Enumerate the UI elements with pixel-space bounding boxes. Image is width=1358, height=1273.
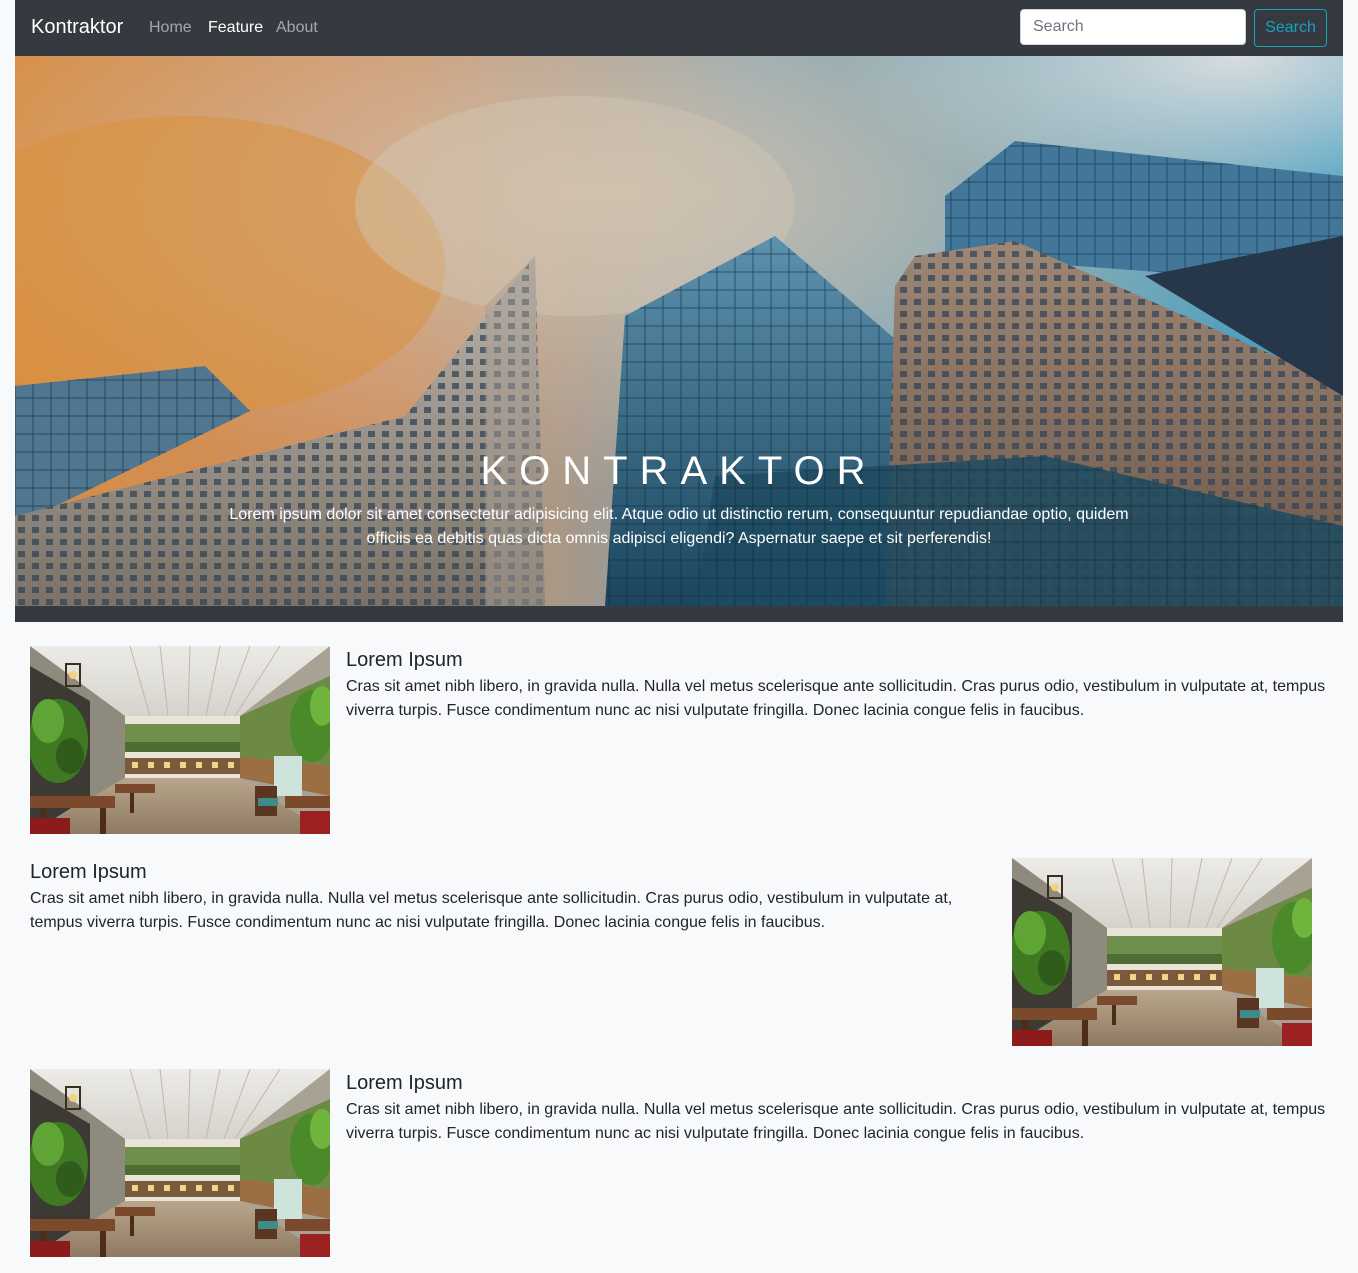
hero-banner: KONTRAKTOR Lorem ipsum dolor sit amet co… [15,56,1343,622]
navbar-brand[interactable]: Kontraktor [31,16,123,39]
restaurant-image [1012,858,1312,1046]
feature-item: Lorem Ipsum Cras sit amet nibh libero, i… [30,646,1328,834]
hero-description: Lorem ipsum dolor sit amet consectetur a… [229,506,1129,547]
nav-link-about[interactable]: About [276,19,318,37]
feature-title: Lorem Ipsum [346,1072,463,1094]
search-input[interactable] [1020,9,1246,45]
feature-title: Lorem Ipsum [346,649,463,671]
nav-link-home[interactable]: Home [149,19,192,37]
feature-text: Cras sit amet nibh libero, in gravida nu… [346,1101,1326,1142]
feature-item: Lorem Ipsum Cras sit amet nibh libero, i… [30,1069,1328,1257]
nav-link-feature[interactable]: Feature [208,19,263,37]
navbar: Kontraktor Home Feature About Search [15,0,1343,56]
search-button[interactable]: Search [1254,9,1327,47]
hero-title: KONTRAKTOR [480,449,878,493]
feature-title: Lorem Ipsum [30,861,147,883]
restaurant-image [30,646,330,834]
restaurant-image [30,1069,330,1257]
feature-text: Cras sit amet nibh libero, in gravida nu… [346,678,1326,719]
feature-item: Lorem Ipsum Cras sit amet nibh libero, i… [30,858,1328,1046]
feature-text: Cras sit amet nibh libero, in gravida nu… [30,890,953,931]
